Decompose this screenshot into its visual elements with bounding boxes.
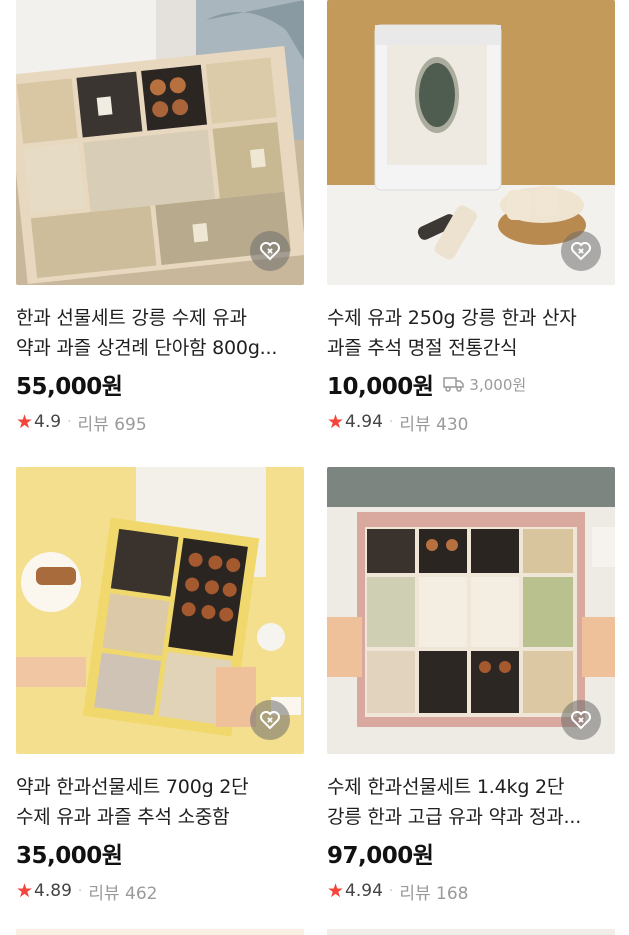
product-grid: 한과 선물세트 강릉 수제 유과 약과 과즐 상견례 단아함 800g... 5… [0, 0, 629, 935]
product-title-line: 약과 과즐 상견례 단아함 800g... [16, 337, 278, 359]
product-image[interactable] [327, 467, 615, 754]
review-count: 리뷰 168 [399, 883, 469, 904]
product-card[interactable]: 수제 한과선물세트 1.4kg 2단 강릉 한과 고급 유과 약과 정과... … [327, 467, 615, 904]
rating-score: 4.89 [34, 881, 72, 901]
product-price: 10,000원 [327, 374, 434, 400]
product-price: 55,000원 [16, 374, 123, 400]
separator-dot: · [67, 414, 72, 430]
star-icon: ★ [16, 880, 34, 902]
product-price: 35,000원 [16, 843, 123, 869]
rating-row: ★ 4.9 · 리뷰 695 [16, 410, 304, 435]
product-title-line: 약과 한과선물세트 700g 2단 [16, 776, 249, 798]
shipping-fee-label: 3,000원 [469, 375, 527, 394]
price-row: 97,000원 [327, 837, 615, 869]
shipping-fee: 3,000원 [443, 374, 526, 395]
product-title-line: 한과 선물세트 강릉 수제 유과 [16, 307, 247, 329]
product-title[interactable]: 약과 한과선물세트 700g 2단 수제 유과 과즐 추석 소중함 [16, 772, 304, 832]
next-row-image-edge [16, 929, 304, 935]
wishlist-button[interactable] [561, 231, 601, 271]
product-price: 97,000원 [327, 843, 434, 869]
product-image[interactable] [327, 0, 615, 285]
rating-score: 4.94 [345, 881, 383, 901]
product-title-line: 강릉 한과 고급 유과 약과 정과... [327, 806, 582, 828]
heart-icon [571, 711, 591, 730]
heart-icon [571, 242, 591, 261]
product-title-line: 수제 유과 과즐 추석 소중함 [16, 806, 230, 828]
wishlist-button[interactable] [250, 231, 290, 271]
star-icon: ★ [327, 880, 345, 902]
rating-row: ★ 4.94 · 리뷰 168 [327, 879, 615, 904]
heart-icon [260, 711, 280, 730]
rating-score: 4.9 [34, 412, 62, 432]
separator-dot: · [77, 883, 83, 899]
product-card[interactable]: 수제 유과 250g 강릉 한과 산자 과즐 추석 명절 전통간식 10,000… [327, 0, 615, 435]
review-count: 리뷰 462 [88, 883, 158, 904]
product-image[interactable] [16, 0, 304, 285]
product-title[interactable]: 수제 유과 250g 강릉 한과 산자 과즐 추석 명절 전통간식 [327, 303, 615, 363]
star-icon: ★ [16, 411, 34, 433]
heart-icon [260, 242, 280, 261]
rating-row: ★ 4.89 · 리뷰 462 [16, 879, 304, 904]
next-row-image-edge [327, 929, 615, 935]
rating-row: ★ 4.94 · 리뷰 430 [327, 410, 615, 435]
star-icon: ★ [327, 411, 345, 433]
product-title-line: 수제 유과 250g 강릉 한과 산자 [327, 307, 577, 329]
product-image[interactable] [16, 467, 304, 754]
separator-dot: · [388, 414, 394, 430]
product-title-line: 과즐 추석 명절 전통간식 [327, 337, 518, 359]
review-count: 리뷰 695 [77, 414, 147, 435]
wishlist-button[interactable] [250, 700, 290, 740]
rating-score: 4.94 [345, 412, 383, 432]
separator-dot: · [388, 883, 394, 899]
price-row: 10,000원 3,000원 [327, 368, 615, 400]
product-title[interactable]: 수제 한과선물세트 1.4kg 2단 강릉 한과 고급 유과 약과 정과... [327, 772, 615, 832]
product-title[interactable]: 한과 선물세트 강릉 수제 유과 약과 과즐 상견례 단아함 800g... [16, 303, 304, 363]
price-row: 55,000원 [16, 368, 304, 400]
delivery-truck-icon [443, 377, 465, 392]
wishlist-button[interactable] [561, 700, 601, 740]
price-row: 35,000원 [16, 837, 304, 869]
product-card[interactable]: 약과 한과선물세트 700g 2단 수제 유과 과즐 추석 소중함 35,000… [16, 467, 304, 904]
review-count: 리뷰 430 [399, 414, 469, 435]
product-card[interactable]: 한과 선물세트 강릉 수제 유과 약과 과즐 상견례 단아함 800g... 5… [16, 0, 304, 435]
product-title-line: 수제 한과선물세트 1.4kg 2단 [327, 776, 565, 798]
